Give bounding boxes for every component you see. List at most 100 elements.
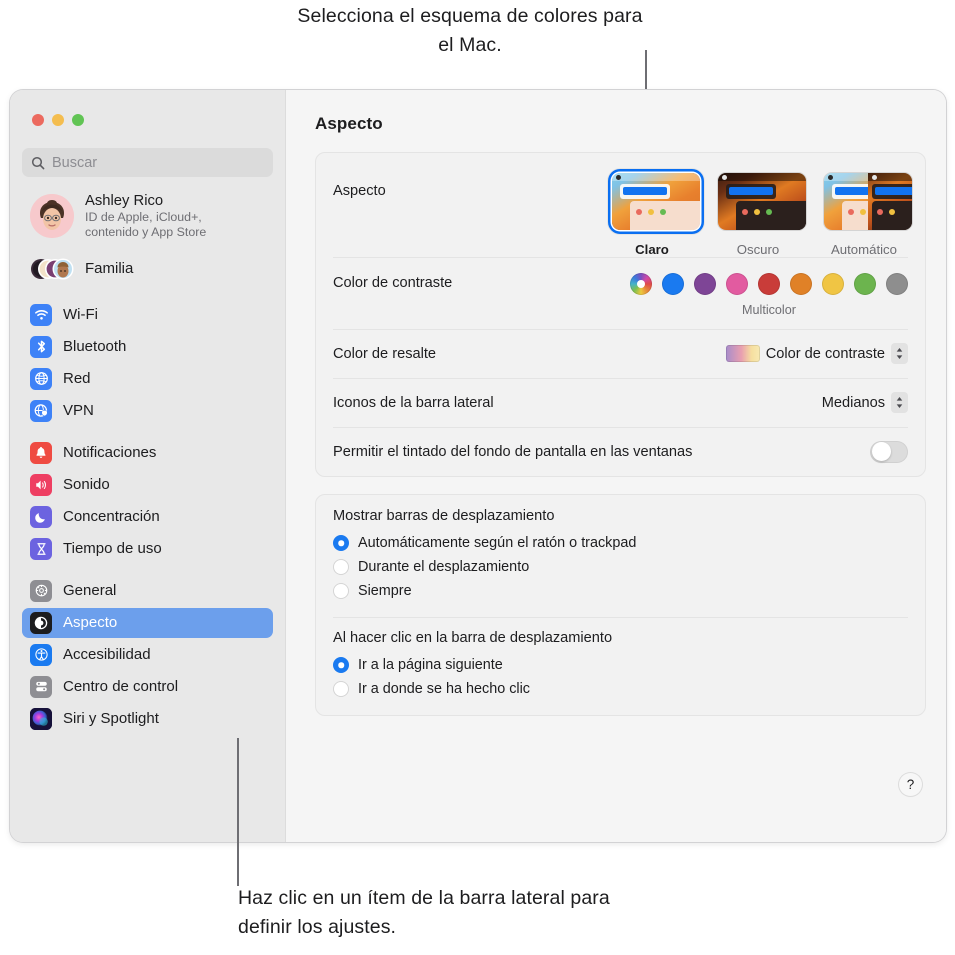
sidebar-icon-size-popup-button[interactable]: Medianos (822, 392, 908, 413)
callout-top-text: Selecciona el esquema de colores para el… (297, 5, 643, 56)
sidebar-item-appearance[interactable]: Aspecto (22, 607, 273, 638)
appearance-thumbnail-dark (718, 173, 806, 230)
selection-ring (608, 169, 704, 234)
sidebar-item-vpn[interactable]: VPN (22, 396, 273, 426)
zoom-button[interactable] (72, 114, 84, 126)
radio-label: Ir a la página siguiente (358, 657, 503, 673)
sidebar-item-family[interactable]: Familia (22, 250, 273, 288)
appearance-option-label: Automático (831, 242, 897, 257)
system-settings-window: Ashley Rico ID de Apple, iCloud+, conten… (10, 90, 946, 842)
appearance-option-label: Oscuro (736, 242, 780, 257)
wifi-icon (30, 303, 52, 326)
minimize-button[interactable] (52, 114, 64, 126)
radio-option-while-scrolling[interactable]: Durante el desplazamiento (333, 555, 908, 579)
gradient-swatch-icon (725, 345, 760, 362)
sidebar-item-label: Siri y Spotlight (63, 710, 159, 728)
toggle-knob (871, 442, 891, 461)
radio-button[interactable] (333, 559, 349, 575)
sidebar-item-general[interactable]: General (22, 576, 273, 606)
sidebar-item-bluetooth[interactable]: Bluetooth (22, 332, 273, 362)
appearance-settings-card: Aspecto Claro Oscuro Automático Color de… (315, 152, 926, 477)
sidebar-item-label: Sonido (63, 476, 110, 494)
radio-option-always[interactable]: Siempre (333, 579, 908, 603)
sidebar-item-notifications[interactable]: Notificaciones (22, 438, 273, 468)
swatch-graphite[interactable] (886, 273, 908, 295)
sidebar-group-system: Notificaciones Sonido Concentración Tiem… (22, 438, 273, 564)
appearance-thumbnail-light (612, 173, 700, 230)
radio-option-auto[interactable]: Automáticamente según el ratón o trackpa… (333, 531, 908, 555)
accessibility-icon (30, 643, 52, 666)
radio-button[interactable] (333, 535, 349, 551)
radio-label: Ir a donde se ha hecho clic (358, 681, 530, 697)
account-row[interactable]: Ashley Rico ID de Apple, iCloud+, conten… (22, 187, 273, 246)
swatch-green[interactable] (854, 273, 876, 295)
radio-button[interactable] (333, 657, 349, 673)
swatch-purple[interactable] (694, 273, 716, 295)
sidebar-group-general: General Aspecto Accesibilidad Centro de … (22, 576, 273, 734)
callout-bottom-leader-line (237, 738, 239, 886)
sidebar: Ashley Rico ID de Apple, iCloud+, conten… (10, 90, 286, 842)
sidebar-item-network[interactable]: Red (22, 364, 273, 394)
highlight-color-row: Color de resalte Color de contraste (316, 329, 925, 378)
sidebar-item-label: Wi-Fi (63, 306, 98, 324)
gear-icon (30, 579, 52, 602)
appearance-option-dark[interactable]: Oscuro (714, 169, 806, 257)
contrast-color-label: Color de contraste (333, 275, 453, 291)
wallpaper-tinting-row: Permitir el tintado del fondo de pantall… (316, 427, 925, 476)
sidebar-icon-size-value: Medianos (821, 394, 885, 411)
appearance-label: Aspecto (333, 183, 386, 199)
appearance-option-auto[interactable]: Automático (820, 169, 912, 257)
swatch-blue[interactable] (662, 273, 684, 295)
contrast-color-caption: Multicolor (742, 303, 796, 317)
swatch-red[interactable] (758, 273, 780, 295)
close-button[interactable] (32, 114, 44, 126)
radio-button[interactable] (333, 583, 349, 599)
page-title: Aspecto (315, 114, 383, 133)
highlight-color-value: Color de contraste (765, 345, 885, 362)
scrollbar-settings-card: Mostrar barras de desplazamiento Automát… (315, 494, 926, 716)
help-button[interactable]: ? (899, 773, 922, 796)
appearance-option-label: Claro (635, 242, 669, 257)
sidebar-item-focus[interactable]: Concentración (22, 502, 273, 532)
search-field[interactable] (22, 148, 273, 177)
sidebar-item-label: Aspecto (63, 614, 118, 632)
wallpaper-tinting-toggle[interactable] (870, 440, 908, 463)
search-input[interactable] (52, 154, 264, 171)
account-subtitle-line1: ID de Apple, iCloud+, (85, 210, 202, 225)
sidebar-item-siri-spotlight[interactable]: Siri y Spotlight (22, 704, 273, 734)
show-scrollbars-title: Mostrar barras de desplazamiento (333, 508, 555, 524)
callout-bottom-text: Haz clic en un ítem de la barra lateral … (238, 887, 610, 938)
sidebar-item-label: Notificaciones (63, 444, 157, 462)
click-scrollbar-section: Al hacer clic en la barra de desplazamie… (316, 617, 925, 715)
sidebar-item-sound[interactable]: Sonido (22, 470, 273, 500)
show-scrollbars-section: Mostrar barras de desplazamiento Automát… (316, 495, 925, 617)
click-scrollbar-title: Al hacer clic en la barra de desplazamie… (333, 630, 613, 646)
swatch-yellow[interactable] (822, 273, 844, 295)
radio-button[interactable] (333, 681, 349, 697)
sidebar-item-screen-time[interactable]: Tiempo de uso (22, 534, 273, 564)
siri-icon (30, 707, 52, 730)
vpn-globe-icon (30, 399, 52, 422)
wallpaper-tinting-label: Permitir el tintado del fondo de pantall… (333, 443, 693, 460)
appearance-option-light[interactable]: Claro (608, 169, 704, 257)
sidebar-item-wifi[interactable]: Wi-Fi (22, 300, 273, 330)
search-icon (31, 156, 45, 169)
sidebar-item-label: VPN (63, 402, 94, 420)
sidebar-item-label: Red (63, 370, 91, 388)
radio-label: Automáticamente según el ratón o trackpa… (358, 535, 637, 551)
sidebar-item-accessibility[interactable]: Accesibilidad (22, 640, 273, 670)
content-pane: Aspecto Aspecto Claro Oscuro Automático … (286, 90, 946, 842)
swatch-multicolor[interactable] (630, 273, 652, 295)
sidebar-item-label: Tiempo de uso (63, 540, 162, 558)
chevron-updown-icon (891, 343, 908, 364)
sidebar-item-label: Concentración (63, 508, 160, 526)
radio-option-click-spot[interactable]: Ir a donde se ha hecho clic (333, 677, 908, 701)
radio-option-next-page[interactable]: Ir a la página siguiente (333, 653, 908, 677)
swatch-pink[interactable] (726, 273, 748, 295)
highlight-color-popup-button[interactable]: Color de contraste (725, 343, 908, 364)
sidebar-item-control-center[interactable]: Centro de control (22, 672, 273, 702)
contrast-color-row: Color de contraste Multicolor (316, 257, 925, 329)
swatch-orange[interactable] (790, 273, 812, 295)
contrast-color-swatches (630, 273, 908, 295)
chevron-updown-icon (891, 392, 908, 413)
